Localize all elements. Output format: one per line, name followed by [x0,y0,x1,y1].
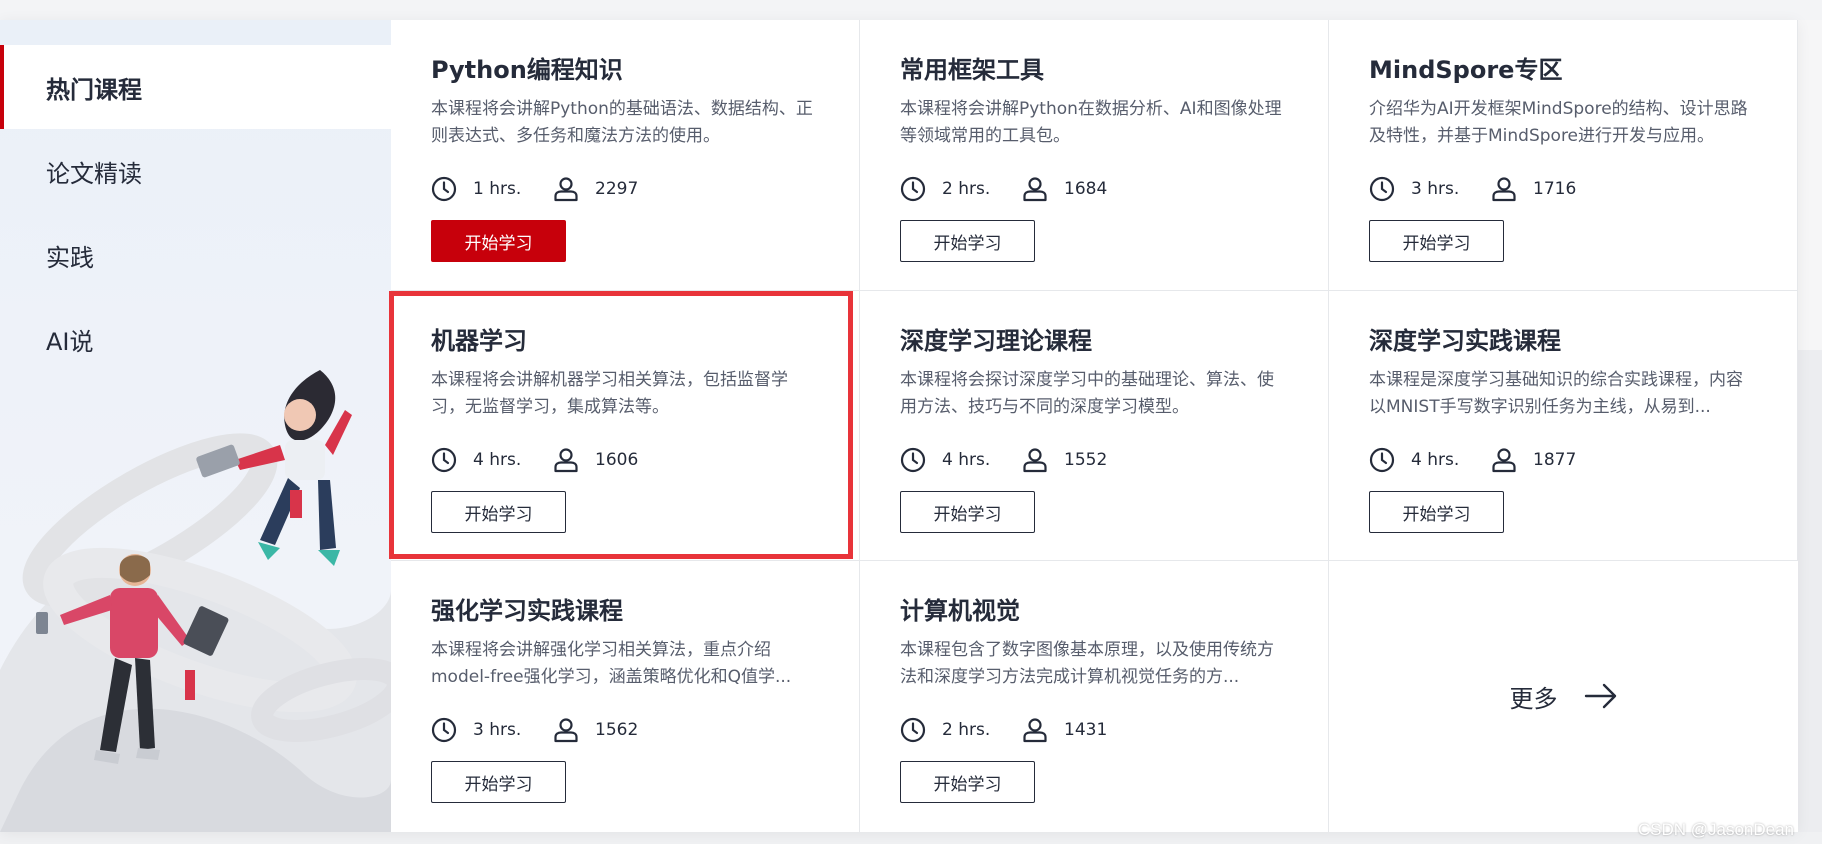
course-meta: 2 hrs. 1684 [900,175,1107,203]
course-description: 本课程将会探讨深度学习中的基础理论、算法、使用方法、技巧与不同的深度学习模型。 [900,370,1274,417]
start-learning-button[interactable]: 开始学习 [431,491,566,533]
course-meta: 4 hrs. 1552 [900,446,1107,474]
clock-icon [900,717,926,743]
course-title[interactable]: Python编程知识 [431,50,623,85]
course-title[interactable]: 常用框架工具 [900,50,1044,85]
learner-count: 1606 [595,450,639,470]
course-description: 本课程将会讲解Python的基础语法、数据结构、正则表达式、多任务和魔法方法的使… [431,99,813,146]
start-learning-button[interactable]: 开始学习 [1369,220,1504,262]
user-icon [1492,177,1516,202]
start-learning-button[interactable]: 开始学习 [431,220,566,262]
start-learning-button[interactable]: 开始学习 [1369,491,1504,533]
user-icon [1023,718,1047,743]
course-meta: 4 hrs. 1877 [1369,446,1576,474]
user-icon [554,177,578,202]
clock-icon [431,176,457,202]
category-sidebar: 热门课程 论文精读 实践 AI说 [0,20,391,832]
user-icon [554,718,578,743]
sidebar-item-label: 论文精读 [46,159,142,188]
course-description: 本课程包含了数字图像基本原理，以及使用传统方法和深度学习方法完成计算机视觉任务的… [900,640,1274,687]
course-card: Python编程知识 本课程将会讲解Python的基础语法、数据结构、正则表达式… [391,20,860,291]
course-description: 本课程将会讲解Python在数据分析、AI和图像处理等领域常用的工具包。 [900,99,1282,146]
course-hours: 3 hrs. [1411,179,1460,199]
clock-icon [900,176,926,202]
course-title[interactable]: 深度学习实践课程 [1369,321,1561,356]
course-description: 介绍华为AI开发框架MindSpore的结构、设计思路及特性，并基于MindSp… [1369,99,1748,146]
course-meta: 4 hrs. 1606 [431,446,638,474]
sidebar-item-label: AI说 [46,327,94,356]
clock-icon [431,447,457,473]
course-grid: Python编程知识 本课程将会讲解Python的基础语法、数据结构、正则表达式… [389,20,1798,832]
course-panel: 热门课程 论文精读 实践 AI说 Python编程知识 本课程将会讲解Pytho… [0,20,1798,832]
course-hours: 1 hrs. [473,179,522,199]
course-hours: 4 hrs. [942,450,991,470]
course-card: 计算机视觉 本课程包含了数字图像基本原理，以及使用传统方法和深度学习方法完成计算… [860,561,1329,832]
course-title[interactable]: 计算机视觉 [900,591,1020,626]
learner-count: 1877 [1533,450,1577,470]
course-hours: 3 hrs. [473,720,522,740]
sidebar-item-label: 热门课程 [46,75,142,104]
course-card: 机器学习 本课程将会讲解机器学习相关算法，包括监督学习，无监督学习，集成算法等。… [391,291,860,561]
clock-icon [1369,447,1395,473]
more-courses-link[interactable]: 更多 [1329,560,1798,832]
learner-count: 2297 [595,179,639,199]
learner-count: 1716 [1533,179,1577,199]
learner-count: 1431 [1064,720,1108,740]
watermark: CSDN @JasonDean [1637,820,1794,839]
course-meta: 3 hrs. 1562 [431,716,638,744]
user-icon [554,448,578,473]
course-title[interactable]: MindSpore专区 [1369,50,1562,85]
start-learning-button[interactable]: 开始学习 [900,220,1035,262]
sidebar-item-ai-talk[interactable]: AI说 [0,297,391,381]
course-description: 本课程将会讲解强化学习相关算法，重点介绍model-free强化学习，涵盖策略优… [431,640,792,687]
course-description: 本课程是深度学习基础知识的综合实践课程，内容以MNIST手写数字识别任务为主线，… [1369,370,1743,417]
learner-count: 1562 [595,720,639,740]
user-icon [1492,448,1516,473]
start-learning-button[interactable]: 开始学习 [900,491,1035,533]
learner-count: 1552 [1064,450,1108,470]
clock-icon [1369,176,1395,202]
course-card: 深度学习实践课程 本课程是深度学习基础知识的综合实践课程，内容以MNIST手写数… [1329,291,1798,561]
start-learning-button[interactable]: 开始学习 [431,761,566,803]
course-title[interactable]: 强化学习实践课程 [431,591,623,626]
course-description: 本课程将会讲解机器学习相关算法，包括监督学习，无监督学习，集成算法等。 [431,370,788,417]
more-label: 更多 [1509,684,1558,713]
course-meta: 3 hrs. 1716 [1369,175,1576,203]
people-illustration [0,370,391,832]
sidebar-item-hot-courses[interactable]: 热门课程 [0,45,391,129]
course-hours: 2 hrs. [942,179,991,199]
course-card: 深度学习理论课程 本课程将会探讨深度学习中的基础理论、算法、使用方法、技巧与不同… [860,291,1329,561]
course-card: 常用框架工具 本课程将会讲解Python在数据分析、AI和图像处理等领域常用的工… [860,20,1329,291]
clock-icon [431,717,457,743]
course-hours: 4 hrs. [1411,450,1460,470]
sidebar-item-paper-reading[interactable]: 论文精读 [0,129,391,213]
start-learning-button[interactable]: 开始学习 [900,761,1035,803]
course-title[interactable]: 机器学习 [431,321,527,356]
learner-count: 1684 [1064,179,1108,199]
course-title[interactable]: 深度学习理论课程 [900,321,1092,356]
course-hours: 2 hrs. [942,720,991,740]
sidebar-item-practice[interactable]: 实践 [0,213,391,297]
course-meta: 2 hrs. 1431 [900,716,1107,744]
user-icon [1023,177,1047,202]
arrow-right-icon [1584,683,1616,709]
user-icon [1023,448,1047,473]
course-meta: 1 hrs. 2297 [431,175,638,203]
sidebar-item-label: 实践 [46,243,94,272]
clock-icon [900,447,926,473]
course-card: 强化学习实践课程 本课程将会讲解强化学习相关算法，重点介绍model-free强… [391,561,860,832]
course-card: MindSpore专区 介绍华为AI开发框架MindSpore的结构、设计思路及… [1329,20,1798,291]
course-hours: 4 hrs. [473,450,522,470]
